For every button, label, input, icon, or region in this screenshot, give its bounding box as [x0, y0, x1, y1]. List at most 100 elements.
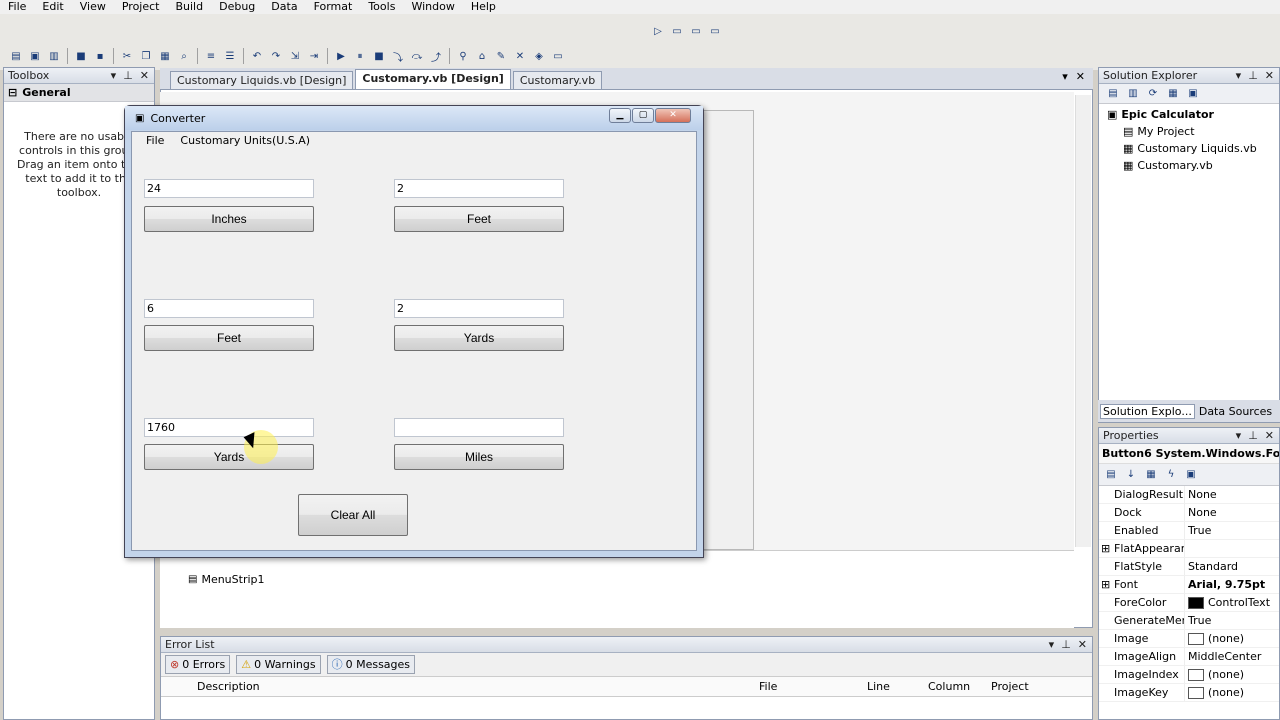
menu-item-file[interactable]: File — [0, 0, 34, 14]
menu-item-format[interactable]: Format — [306, 0, 361, 14]
menu-item-debug[interactable]: Debug — [211, 0, 263, 14]
cut-icon[interactable]: ✂ — [119, 48, 135, 64]
dropdown-icon[interactable]: ▾ — [111, 68, 117, 84]
step-over-icon[interactable]: ⤼ — [409, 48, 425, 64]
step-into-icon[interactable]: ⤵ — [390, 48, 406, 64]
properties-object-selector[interactable]: Button6 System.Windows.Forms. — [1099, 444, 1279, 464]
save-all-icon[interactable]: ▪ — [92, 48, 108, 64]
add-item-icon[interactable]: ▥ — [46, 48, 62, 64]
column-header-line[interactable]: Line — [867, 677, 928, 696]
window-icon[interactable]: ▭ — [688, 23, 704, 39]
categorized-icon[interactable]: ▤ — [1103, 467, 1119, 483]
view-code-icon[interactable]: ▦ — [1165, 86, 1181, 102]
yards-button[interactable]: Yards — [394, 325, 564, 351]
dropdown-icon[interactable]: ▾ — [1236, 68, 1242, 84]
close-icon[interactable]: ✕ — [1076, 70, 1085, 83]
property-row[interactable]: ImageIndex (none) — [1099, 666, 1279, 684]
minimize-button[interactable]: ▁ — [609, 108, 631, 123]
property-value[interactable]: (none) — [1185, 684, 1279, 701]
view-designer-icon[interactable]: ▣ — [1185, 86, 1201, 102]
pin-icon[interactable]: ⊥ — [1061, 637, 1071, 653]
column-header-description[interactable]: Description — [197, 677, 759, 696]
inches-input[interactable]: 24 — [144, 179, 314, 198]
tab-customary-liquids-design[interactable]: Customary Liquids.vb [Design] — [170, 71, 354, 89]
feet-input[interactable]: 6 — [144, 299, 314, 318]
start-debug-icon[interactable]: ▶ — [333, 48, 349, 64]
column-header-column[interactable]: Column — [928, 677, 991, 696]
pin-icon[interactable]: ⊥ — [123, 68, 133, 84]
find-icon[interactable]: ⌕ — [176, 48, 192, 64]
close-icon[interactable]: ✕ — [1078, 637, 1087, 653]
expand-icon[interactable]: ⊞ — [1101, 540, 1110, 557]
menu-item-data[interactable]: Data — [263, 0, 305, 14]
property-value[interactable]: Arial, 9.75pt — [1185, 576, 1279, 593]
properties-icon[interactable]: ▤ — [1105, 86, 1121, 102]
start-page-icon[interactable]: ▭ — [550, 48, 566, 64]
property-value[interactable]: None — [1185, 486, 1279, 503]
property-value[interactable]: MiddleCenter — [1185, 648, 1279, 665]
errors-filter-button[interactable]: ⊗ 0 Errors — [165, 655, 231, 674]
pin-icon[interactable]: ⊥ — [1248, 428, 1258, 444]
menu-item-tools[interactable]: Tools — [360, 0, 403, 14]
property-value[interactable]: ControlText — [1185, 594, 1279, 611]
tray-item[interactable]: ▤ MenuStrip1 — [188, 573, 265, 586]
window-icon[interactable]: ▭ — [669, 23, 685, 39]
menu-item-build[interactable]: Build — [167, 0, 211, 14]
pin-icon[interactable]: ⊥ — [1248, 68, 1258, 84]
properties-icon[interactable]: ▦ — [1143, 467, 1159, 483]
property-row[interactable]: ImageAlign MiddleCenter — [1099, 648, 1279, 666]
property-value[interactable]: (none) — [1185, 630, 1279, 647]
miles-button[interactable]: Miles — [394, 444, 564, 470]
column-header-project[interactable]: Project — [991, 677, 1071, 696]
object-browser-icon[interactable]: ◈ — [531, 48, 547, 64]
open-icon[interactable]: ▣ — [27, 48, 43, 64]
collapse-icon[interactable]: ⊟ — [8, 84, 17, 101]
form-menu-file[interactable]: File — [146, 132, 164, 150]
copy-icon[interactable]: ❐ — [138, 48, 154, 64]
property-row[interactable]: FlatStyle Standard — [1099, 558, 1279, 576]
dropdown-icon[interactable]: ▾ — [1236, 428, 1242, 444]
toolbox-group-general[interactable]: ⊟ General — [4, 84, 154, 102]
feet-to-yards-button[interactable]: Feet — [144, 325, 314, 351]
yards-result-input[interactable]: 2 — [394, 299, 564, 318]
navigate-forward-icon[interactable]: ⇥ — [306, 48, 322, 64]
events-icon[interactable]: ϟ — [1163, 467, 1179, 483]
window-icon[interactable]: ▭ — [707, 23, 723, 39]
navigate-icon[interactable]: ⇲ — [287, 48, 303, 64]
miles-result-input[interactable] — [394, 418, 564, 437]
column-header-file[interactable]: File — [759, 677, 867, 696]
property-value[interactable]: True — [1185, 612, 1279, 629]
tree-item-customary-liquids[interactable]: ▦ Customary Liquids.vb — [1107, 140, 1279, 157]
property-row[interactable]: ImageKey (none) — [1099, 684, 1279, 702]
vertical-scrollbar[interactable] — [1075, 95, 1091, 547]
indent-icon[interactable]: ☰ — [222, 48, 238, 64]
tab-data-sources[interactable]: Data Sources — [1197, 405, 1274, 418]
menu-item-project[interactable]: Project — [114, 0, 168, 14]
property-value[interactable]: Standard — [1185, 558, 1279, 575]
tree-item-customary[interactable]: ▦ Customary.vb — [1107, 157, 1279, 174]
property-row[interactable]: Enabled True — [1099, 522, 1279, 540]
property-row[interactable]: Dock None — [1099, 504, 1279, 522]
menu-item-window[interactable]: Window — [403, 0, 462, 14]
redo-icon[interactable]: ↷ — [268, 48, 284, 64]
stop-icon[interactable]: ■ — [371, 48, 387, 64]
tree-item-my-project[interactable]: ▤ My Project — [1107, 123, 1279, 140]
inches-button[interactable]: Inches — [144, 206, 314, 232]
messages-filter-button[interactable]: ⓘ 0 Messages — [326, 655, 416, 674]
property-row[interactable]: ForeColor ControlText — [1099, 594, 1279, 612]
new-project-icon[interactable]: ▤ — [8, 48, 24, 64]
play-icon[interactable]: ▷ — [650, 23, 666, 39]
dropdown-icon[interactable]: ▾ — [1049, 637, 1055, 653]
pause-icon[interactable]: ⏸ — [352, 48, 368, 64]
find-in-files-icon[interactable]: ⚲ — [455, 48, 471, 64]
close-icon[interactable]: ✕ — [140, 68, 149, 84]
properties-icon[interactable]: ✎ — [493, 48, 509, 64]
menu-item-view[interactable]: View — [72, 0, 114, 14]
tab-customary-design[interactable]: Customary.vb [Design] — [355, 69, 511, 89]
toolbox-icon[interactable]: ✕ — [512, 48, 528, 64]
property-row[interactable]: GenerateMemlTrue — [1099, 612, 1279, 630]
warnings-filter-button[interactable]: ⚠ 0 Warnings — [236, 655, 321, 674]
property-value[interactable]: True — [1185, 522, 1279, 539]
alphabetical-icon[interactable]: ↓ — [1123, 467, 1139, 483]
tab-customary-code[interactable]: Customary.vb — [512, 71, 603, 89]
